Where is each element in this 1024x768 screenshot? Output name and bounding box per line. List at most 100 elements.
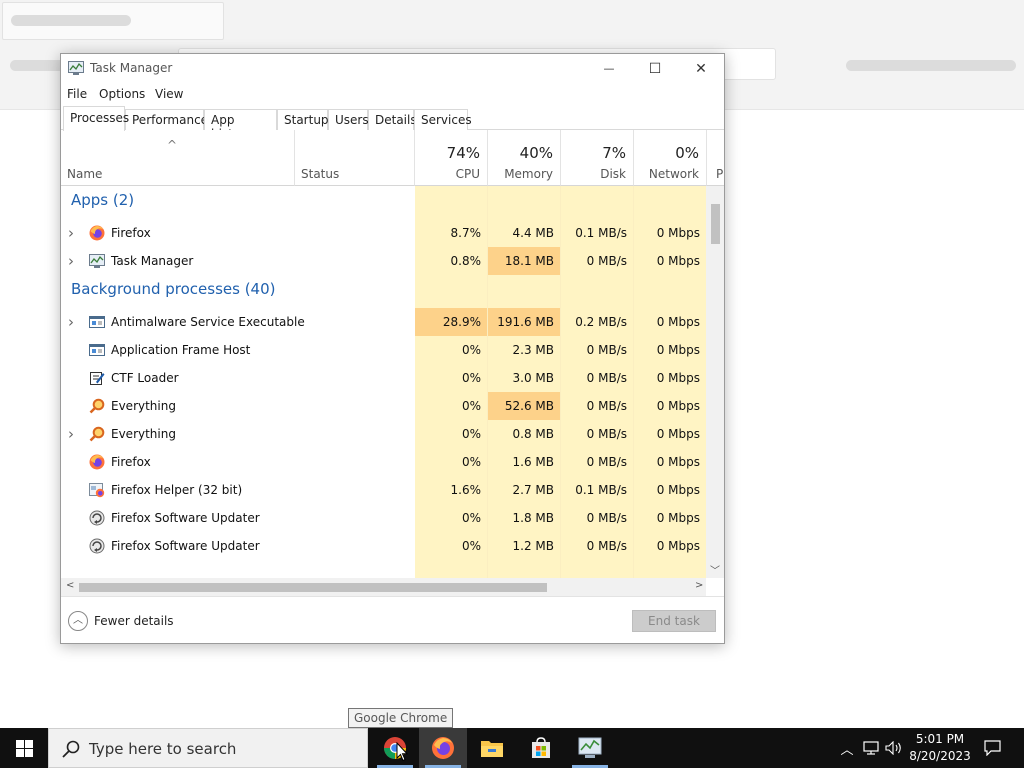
maximize-button[interactable]: ☐ [632,54,678,83]
cell-network: 0 Mbps [634,420,706,448]
network-icon [863,741,879,755]
process-name: CTF Loader [111,371,179,385]
menu-file[interactable]: File [67,87,87,101]
footer-bar: ︿ Fewer details End task [61,596,724,643]
title-bar[interactable]: Task Manager — ☐ ✕ [61,54,724,83]
chevron-right-icon[interactable]: › [68,308,78,336]
table-row[interactable]: CTF Loader 0% 3.0 MB 0 MB/s 0 Mbps [61,364,706,392]
taskbar-chrome[interactable] [371,728,419,768]
table-row[interactable]: Everything 0% 52.6 MB 0 MB/s 0 Mbps [61,392,706,420]
menu-view[interactable]: View [155,87,183,101]
chevron-right-icon[interactable]: › [68,247,78,275]
heat-strip-network [634,560,706,578]
window-title: Task Manager [90,61,173,75]
process-name: Everything [111,427,176,441]
cell-network: 0 Mbps [634,504,706,532]
heat-strip-disk [561,560,634,578]
taskbar-firefox[interactable] [419,728,467,768]
table-row[interactable]: Application Frame Host 0% 2.3 MB 0 MB/s 0 Mb… [61,336,706,364]
process-name: Firefox Software Updater [111,539,260,553]
horizontal-scroll-thumb[interactable] [79,583,547,592]
cell-network: 0 Mbps [634,364,706,392]
heat-strip-cpu [415,275,488,308]
close-button[interactable]: ✕ [678,54,724,83]
heat-strip-network [634,275,706,308]
table-row[interactable]: › Firefox 8.7% 4.4 MB 0.1 MB/s 0 Mbps [61,219,706,247]
tab-performance[interactable]: Performance [125,109,208,130]
tab-users[interactable]: Users [328,109,369,130]
taskbar-file-explorer[interactable] [468,728,516,768]
column-label-network: Network [648,167,699,181]
end-task-button[interactable]: End task [632,610,716,632]
table-row[interactable]: Firefox 0% 1.6 MB 0 MB/s 0 Mbps [61,448,706,476]
system-clock[interactable]: 5:01 PM 8/20/2023 [908,731,972,765]
taskbar-search-box[interactable]: Type here to search [48,728,368,768]
everything-icon [89,398,105,414]
cell-network: 0 Mbps [634,448,706,476]
column-label-name: Name [67,167,103,181]
heat-strip-memory [488,186,561,219]
process-name: Antimalware Service Executable [111,315,305,329]
process-name: Firefox Helper (32 bit) [111,483,243,497]
firefox-icon [89,225,105,241]
process-name: Firefox Software Updater [111,511,260,525]
column-header-power[interactable]: P [707,130,724,186]
chevron-right-icon[interactable]: › [68,219,78,247]
column-header-name[interactable]: ^ Name [61,130,295,186]
cell-network: 0 Mbps [634,532,706,560]
column-header-network[interactable]: 0% Network [634,130,707,186]
heat-strip-disk [561,186,634,219]
scroll-down-icon[interactable]: ﹀ [710,562,720,577]
chevron-right-icon[interactable]: › [68,420,78,448]
show-hidden-icons-button[interactable]: ︿ [836,728,858,768]
table-row[interactable]: › Everything 0% 0.8 MB 0 MB/s 0 Mbps [61,420,706,448]
service-window-icon [89,344,105,356]
cell-cpu: 0% [415,364,488,392]
tab-services[interactable]: Services [414,109,472,130]
table-row[interactable] [61,560,706,578]
table-row[interactable]: Firefox Software Updater 0% 1.8 MB 0 MB/s 0 … [61,504,706,532]
fewer-details-link[interactable]: Fewer details [94,614,174,628]
group-label-background: Background processes (40) [71,280,276,298]
network-tray-button[interactable] [860,728,882,768]
tab-startup[interactable]: Startup [277,109,329,130]
volume-tray-button[interactable] [883,728,905,768]
column-header-cpu[interactable]: 74% CPU [415,130,488,186]
scroll-left-icon[interactable]: < [66,580,74,591]
task-manager-icon [89,254,105,268]
cell-memory: 191.6 MB [488,308,561,336]
tab-details[interactable]: Details [368,109,417,130]
cell-cpu: 1.6% [415,476,488,504]
heat-strip-cpu [415,560,488,578]
firefox-icon [89,454,105,470]
start-button[interactable] [0,728,48,768]
column-header-memory[interactable]: 40% Memory [488,130,561,186]
table-row[interactable]: Firefox Helper (32 bit) 1.6% 2.7 MB 0.1 MB/… [61,476,706,504]
table-row[interactable]: › Antimalware Service Executable 28.9% 191.… [61,308,706,336]
minimize-button[interactable]: — [586,54,632,83]
cell-disk: 0 MB/s [561,504,634,532]
notification-center-button[interactable] [978,728,1006,768]
horizontal-scrollbar[interactable]: < > [61,578,706,596]
tab-app-history[interactable]: App history [204,109,277,141]
sort-up-icon: ^ [167,138,178,152]
vertical-scrollbar[interactable]: ﹀ [706,186,724,578]
heat-strip-network [634,186,706,219]
menu-options[interactable]: Options [99,87,145,101]
taskbar-task-manager[interactable] [566,728,614,768]
mouse-cursor-icon [396,742,408,762]
cell-cpu: 0% [415,420,488,448]
tab-processes[interactable]: Processes [63,106,129,131]
loading-placeholder [846,60,1016,71]
column-label-status: Status [301,167,340,181]
table-row[interactable]: › Task Manager 0.8% 18.1 MB 0 MB/s 0 Mbps [61,247,706,275]
scroll-right-icon[interactable]: > [695,580,703,591]
column-header-disk[interactable]: 7% Disk [561,130,634,186]
column-header-status[interactable]: Status [295,130,415,186]
vertical-scroll-thumb[interactable] [711,204,720,244]
service-window-icon [89,316,105,328]
cell-memory: 2.3 MB [488,336,561,364]
chevron-up-icon[interactable]: ︿ [68,611,88,631]
table-row[interactable]: Firefox Software Updater 0% 1.2 MB 0 MB/s 0 … [61,532,706,560]
taskbar-store[interactable] [517,728,565,768]
